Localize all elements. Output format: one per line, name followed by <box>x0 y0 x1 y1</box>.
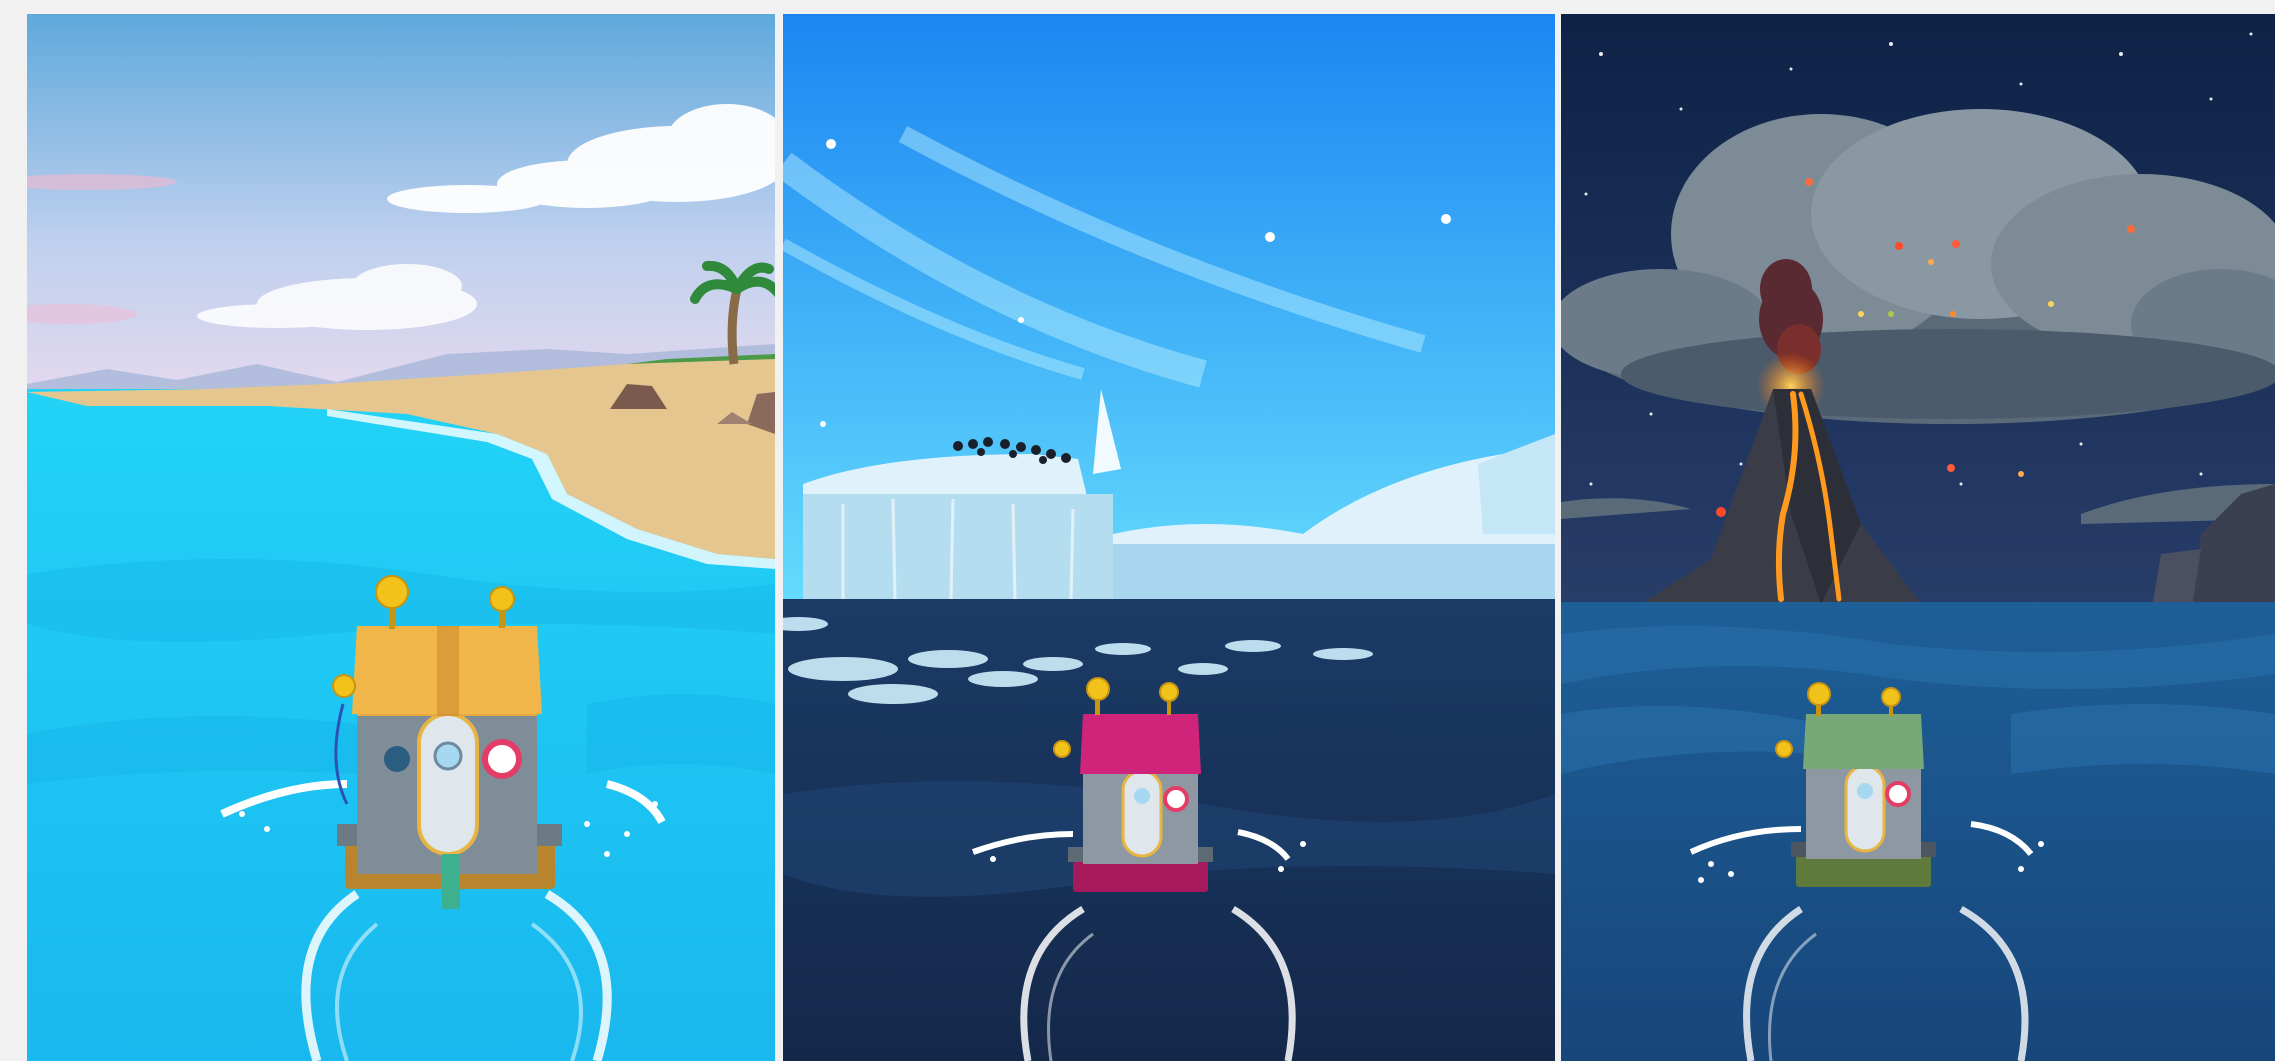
iceberg-scene <box>783 14 1555 1061</box>
screenshot-volcano[interactable] <box>1561 14 2275 1061</box>
beach-scene <box>27 14 775 1061</box>
screenshot-gallery <box>0 0 2275 1061</box>
screenshot-beach[interactable] <box>27 14 775 1061</box>
screenshot-iceberg[interactable] <box>783 14 1555 1061</box>
iceberg-wall <box>803 494 1113 604</box>
volcano-scene <box>1561 14 2275 1061</box>
